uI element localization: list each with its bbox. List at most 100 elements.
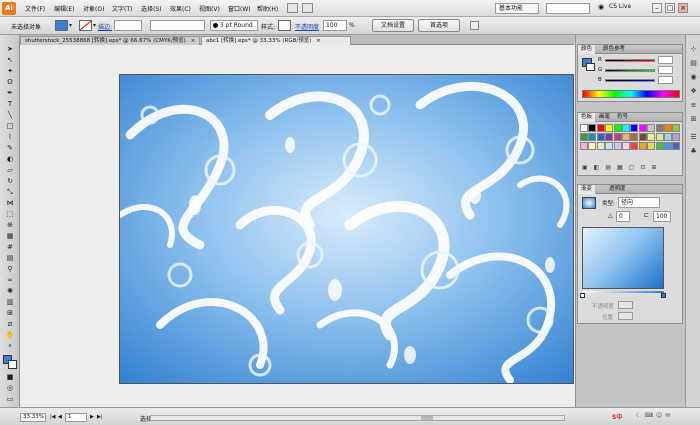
symbols-panel-icon[interactable]: ♣ (689, 147, 698, 156)
angle-input[interactable]: 0 (616, 211, 630, 222)
gradient-tool-icon[interactable]: ▤ (5, 254, 15, 263)
paintbrush-tool-icon[interactable]: ⌇ (5, 133, 15, 142)
draw-mode-icon[interactable]: ◎ (5, 384, 15, 393)
color-swatch[interactable] (664, 124, 672, 132)
cs-live-button[interactable]: CS Live (609, 3, 631, 10)
tab-brushes[interactable]: 画笔 (596, 113, 613, 122)
aspect-ratio-input[interactable]: 100 (653, 211, 671, 222)
graphic-styles-panel-icon[interactable]: ❖ (689, 87, 698, 96)
horizontal-scrollbar[interactable] (150, 415, 565, 421)
color-swatch[interactable] (630, 142, 639, 150)
document-setup-button[interactable]: 文档设置 (372, 19, 414, 32)
menu-type[interactable]: 文字(T) (112, 4, 132, 13)
color-swatch[interactable] (664, 142, 672, 150)
eraser-tool-icon[interactable]: ▱ (5, 166, 15, 175)
tab-symbols[interactable]: 符号 (614, 113, 631, 122)
screen-mode-icon[interactable]: ▭ (5, 395, 15, 404)
r-value-input[interactable] (658, 56, 673, 64)
last-artboard-icon[interactable]: ▶| (97, 414, 103, 420)
pencil-tool-icon[interactable]: ✎ (5, 144, 15, 153)
color-swatch[interactable] (580, 133, 588, 141)
g-slider[interactable] (605, 69, 655, 72)
artboard-swirl-artwork[interactable] (119, 74, 574, 384)
tab-color-guide[interactable]: 颜色参考 (600, 45, 628, 54)
tab-transparency[interactable]: 透明度 (606, 185, 629, 194)
magic-wand-tool-icon[interactable]: ✦ (5, 67, 15, 76)
preferences-button[interactable]: 首选项 (418, 19, 460, 32)
brush-definition-dropdown[interactable]: 3 pt Round (210, 20, 258, 31)
g-value-input[interactable] (658, 66, 673, 74)
zoom-tool-icon[interactable]: ⚬ (5, 342, 15, 351)
menu-view[interactable]: 视图(V) (199, 4, 220, 13)
stop-location-input[interactable] (618, 312, 633, 320)
gradient-type-dropdown[interactable]: 径向 (618, 197, 660, 208)
chevron-down-icon[interactable]: ▾ (93, 22, 96, 29)
color-swatch[interactable] (596, 124, 605, 132)
variable-width-profile[interactable] (150, 20, 205, 31)
color-swatch[interactable] (664, 133, 672, 141)
mesh-tool-icon[interactable]: # (5, 243, 15, 252)
b-slider[interactable] (605, 79, 655, 82)
close-tab-icon[interactable]: × (191, 38, 196, 44)
width-tool-icon[interactable]: ⋈ (5, 199, 15, 208)
color-swatch[interactable] (613, 124, 622, 132)
tab-document-1[interactable]: shutterstock_25538868 [转换].eps* @ 66.67%… (20, 36, 200, 45)
line-tool-icon[interactable]: ╲ (5, 111, 15, 120)
color-swatch[interactable] (647, 133, 656, 141)
b-value-input[interactable] (658, 76, 673, 84)
color-swatch[interactable] (605, 142, 614, 150)
type-tool-icon[interactable]: T (5, 100, 15, 109)
blob-brush-tool-icon[interactable]: ◐ (5, 155, 15, 164)
color-swatch[interactable] (588, 142, 597, 150)
color-swatch[interactable] (605, 133, 614, 141)
column-graph-tool-icon[interactable]: ▥ (5, 298, 15, 307)
color-mode-icon[interactable]: ■ (5, 373, 15, 382)
opacity-field[interactable]: 100 (323, 20, 347, 31)
color-swatch[interactable] (605, 124, 614, 132)
prev-artboard-icon[interactable]: ◀ (58, 414, 62, 420)
bridge-icon[interactable] (287, 3, 298, 13)
transform-panel-icon[interactable]: ⊹ (689, 45, 698, 54)
color-swatch[interactable] (622, 142, 630, 150)
color-swatch[interactable] (672, 142, 681, 150)
color-swatch[interactable] (588, 124, 597, 132)
color-swatch[interactable] (672, 133, 681, 141)
color-swatch[interactable] (638, 124, 647, 132)
menu-effect[interactable]: 效果(C) (170, 4, 191, 13)
color-swatch[interactable] (655, 133, 664, 141)
color-swatch[interactable] (596, 142, 605, 150)
stroke-label[interactable]: 描边: (98, 22, 112, 31)
stroke-weight-field[interactable] (114, 20, 142, 31)
next-artboard-icon[interactable]: ▶ (90, 414, 94, 420)
first-artboard-icon[interactable]: |◀ (50, 414, 56, 420)
color-swatch[interactable] (622, 124, 630, 132)
fill-swatch[interactable] (55, 20, 68, 31)
rectangle-tool-icon[interactable]: □ (5, 122, 15, 131)
close-tab-icon[interactable]: × (316, 38, 321, 44)
help-search-input[interactable] (546, 3, 590, 14)
color-swatch[interactable] (596, 133, 605, 141)
color-swatch[interactable] (613, 133, 622, 141)
align-panel-icon[interactable]: ▤ (689, 59, 698, 68)
color-swatch[interactable] (647, 124, 656, 132)
scrollbar-thumb[interactable] (421, 416, 433, 420)
stroke-panel-icon[interactable]: ☰ (689, 133, 698, 142)
color-swatch[interactable] (622, 133, 630, 141)
color-spectrum-bar[interactable] (582, 90, 680, 98)
blend-tool-icon[interactable]: ∞ (5, 276, 15, 285)
menu-edit[interactable]: 编辑(E) (54, 4, 74, 13)
color-swatch[interactable] (638, 142, 647, 150)
arrange-docs-icon[interactable] (302, 3, 313, 13)
gradient-preview-swatch[interactable] (582, 197, 596, 209)
gradient-slider[interactable] (582, 291, 664, 293)
color-swatch[interactable] (638, 133, 647, 141)
tab-swatches[interactable]: 色板 (578, 113, 596, 122)
menu-select[interactable]: 选择(S) (141, 4, 162, 13)
maximize-button[interactable]: □ (665, 3, 675, 13)
tab-document-2[interactable]: abc1 [转换].eps* @ 33.33% (RGB/预览) × (201, 36, 351, 45)
color-swatch[interactable] (647, 142, 656, 150)
color-swatch[interactable] (588, 133, 597, 141)
chevron-down-icon[interactable]: ▾ (69, 22, 72, 29)
stroke-swatch[interactable] (79, 20, 92, 31)
gradient-stop-start[interactable] (580, 293, 585, 298)
